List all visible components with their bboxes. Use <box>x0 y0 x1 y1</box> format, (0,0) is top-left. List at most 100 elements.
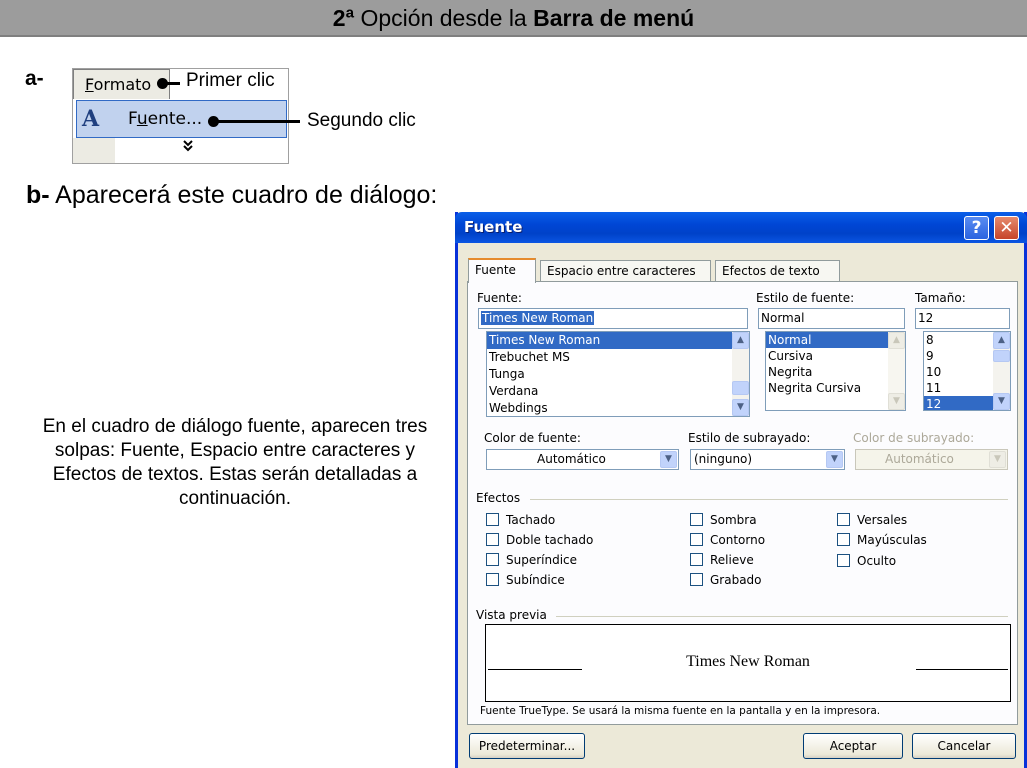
checkbox-sombra[interactable]: Sombra <box>690 513 757 527</box>
scroll-down-icon[interactable]: ▼ <box>993 393 1010 410</box>
underline-color-label: Color de subrayado: <box>853 431 975 445</box>
font-list-item[interactable]: Trebuchet MS <box>487 349 749 366</box>
size-label: Tamaño: <box>915 291 966 305</box>
checkbox-label: Oculto <box>857 554 897 568</box>
checkbox-label: Superíndice <box>506 553 578 567</box>
menu-item-label: Fuente... <box>128 101 202 137</box>
aceptar-button[interactable]: Aceptar <box>803 733 903 759</box>
checkbox-tachado[interactable]: Tachado <box>486 513 555 527</box>
checkbox-doble-tachado[interactable]: Doble tachado <box>486 533 593 547</box>
size-list-scrollbar[interactable]: ▲ ▼ <box>993 332 1010 410</box>
help-icon[interactable]: ? <box>964 216 989 240</box>
menu-formato[interactable]: Formato <box>73 69 170 99</box>
header-middle: Opción desde la <box>354 5 534 31</box>
checkbox-box[interactable] <box>690 533 703 546</box>
checkbox-label: Tachado <box>506 513 556 527</box>
dropdown-arrow-icon[interactable]: ▼ <box>660 451 677 468</box>
checkbox-relieve[interactable]: Relieve <box>690 553 754 567</box>
slide-header: 2ª Opción desde la Barra de menú <box>0 0 1027 37</box>
font-list-item[interactable]: Times New Roman <box>487 332 749 349</box>
scroll-up-icon[interactable]: ▲ <box>888 332 905 349</box>
checkbox-box[interactable] <box>486 513 499 526</box>
tab-espacio-label: Espacio entre caracteres <box>547 264 696 278</box>
scroll-thumb[interactable] <box>732 381 749 395</box>
underline-style-select[interactable]: (ninguno) ▼ <box>690 449 845 470</box>
menu-title-rest: ormato <box>93 75 152 94</box>
predeterminar-button[interactable]: Predeterminar... <box>469 733 585 759</box>
size-list[interactable]: 8 9 10 11 12 ▲ ▼ <box>923 331 1011 411</box>
dialog-titlebar[interactable]: Fuente ? ✕ <box>455 212 1027 243</box>
size-input[interactable]: 12 <box>915 308 1010 329</box>
step-a-label: a- <box>25 67 44 90</box>
checkbox-box[interactable] <box>837 513 850 526</box>
scroll-thumb[interactable] <box>993 350 1010 362</box>
checkbox-box[interactable] <box>690 513 703 526</box>
style-input[interactable]: Normal <box>758 308 905 329</box>
checkbox-mayusculas[interactable]: Mayúsculas <box>837 533 927 547</box>
font-list[interactable]: Times New Roman Trebuchet MS Tunga Verda… <box>486 331 750 417</box>
header-prefix: 2ª <box>332 5 355 31</box>
style-list-item[interactable]: Cursiva <box>766 348 905 364</box>
font-a-icon: A <box>82 106 100 132</box>
callout-second: Segundo clic <box>307 110 416 131</box>
style-list-item[interactable]: Negrita <box>766 364 905 380</box>
callout-line-first <box>162 82 180 85</box>
menu-title-accel: F <box>85 75 94 94</box>
cancelar-label: Cancelar <box>937 739 991 753</box>
chevron-down-icon[interactable] <box>183 139 193 155</box>
preview-line-right <box>916 669 1008 670</box>
preview-label: Vista previa <box>476 608 547 622</box>
step-b-text: Aparecerá este cuadro de diálogo: <box>49 181 438 209</box>
cancelar-button[interactable]: Cancelar <box>912 733 1016 759</box>
scroll-down-icon[interactable]: ▼ <box>888 393 905 410</box>
checkbox-box[interactable] <box>690 553 703 566</box>
font-list-item[interactable]: Tunga <box>487 366 749 383</box>
dropdown-arrow-icon[interactable]: ▼ <box>826 451 843 468</box>
step-b-letter: b- <box>26 181 50 209</box>
font-color-select[interactable]: Automático ▼ <box>486 449 679 470</box>
preview-box: Times New Roman <box>485 624 1011 702</box>
checkbox-box[interactable] <box>690 573 703 586</box>
scroll-up-icon[interactable]: ▲ <box>732 332 749 349</box>
menu-item-pre: F <box>128 109 137 129</box>
checkbox-contorno[interactable]: Contorno <box>690 533 765 547</box>
checkbox-grabado[interactable]: Grabado <box>690 573 762 587</box>
font-list-item[interactable]: Webdings <box>487 400 749 416</box>
predeterminar-label: Predeterminar... <box>478 739 576 753</box>
effects-label: Efectos <box>476 491 521 505</box>
checkbox-box[interactable] <box>486 533 499 546</box>
style-list[interactable]: Normal Cursiva Negrita Negrita Cursiva ▲… <box>765 331 906 411</box>
checkbox-box[interactable] <box>486 573 499 586</box>
menu-item-rest: ente... <box>147 109 203 129</box>
dropdown-arrow-icon[interactable]: ▼ <box>989 451 1006 468</box>
aceptar-label: Aceptar <box>829 739 877 753</box>
scroll-up-icon[interactable]: ▲ <box>993 332 1010 349</box>
checkbox-superindice[interactable]: Superíndice <box>486 553 577 567</box>
font-list-scrollbar[interactable]: ▲ ▼ <box>732 332 749 416</box>
tab-efectos[interactable]: Efectos de texto <box>715 260 840 282</box>
underline-color-select[interactable]: Automático ▼ <box>855 449 1008 470</box>
dialog-title: Fuente <box>464 218 523 236</box>
checkbox-box[interactable] <box>837 533 850 546</box>
style-list-item[interactable]: Negrita Cursiva <box>766 380 905 396</box>
font-name-input[interactable]: Times New Roman <box>478 308 748 329</box>
effects-divider <box>530 499 1008 500</box>
checkbox-versales[interactable]: Versales <box>837 513 907 527</box>
close-icon[interactable]: ✕ <box>994 216 1019 240</box>
tab-fuente[interactable]: Fuente <box>468 258 536 283</box>
font-list-item[interactable]: Verdana <box>487 383 749 400</box>
menu-item-accel: u <box>136 109 148 129</box>
style-list-scrollbar[interactable]: ▲ ▼ <box>888 332 905 410</box>
checkbox-oculto[interactable]: Oculto <box>837 554 896 568</box>
style-list-item[interactable]: Normal <box>766 332 905 348</box>
checkbox-box[interactable] <box>486 553 499 566</box>
checkbox-subindice[interactable]: Subíndice <box>486 573 565 587</box>
checkbox-box[interactable] <box>837 554 850 567</box>
menu-item-fuente[interactable]: A Fuente... <box>76 100 287 138</box>
checkbox-label: Sombra <box>710 513 757 527</box>
truetype-note: Fuente TrueType. Se usará la misma fuent… <box>480 705 881 717</box>
scroll-down-icon[interactable]: ▼ <box>732 399 749 416</box>
tab-espacio[interactable]: Espacio entre caracteres <box>540 260 711 282</box>
checkbox-label: Subíndice <box>506 573 565 587</box>
callout-line-second <box>213 120 300 123</box>
